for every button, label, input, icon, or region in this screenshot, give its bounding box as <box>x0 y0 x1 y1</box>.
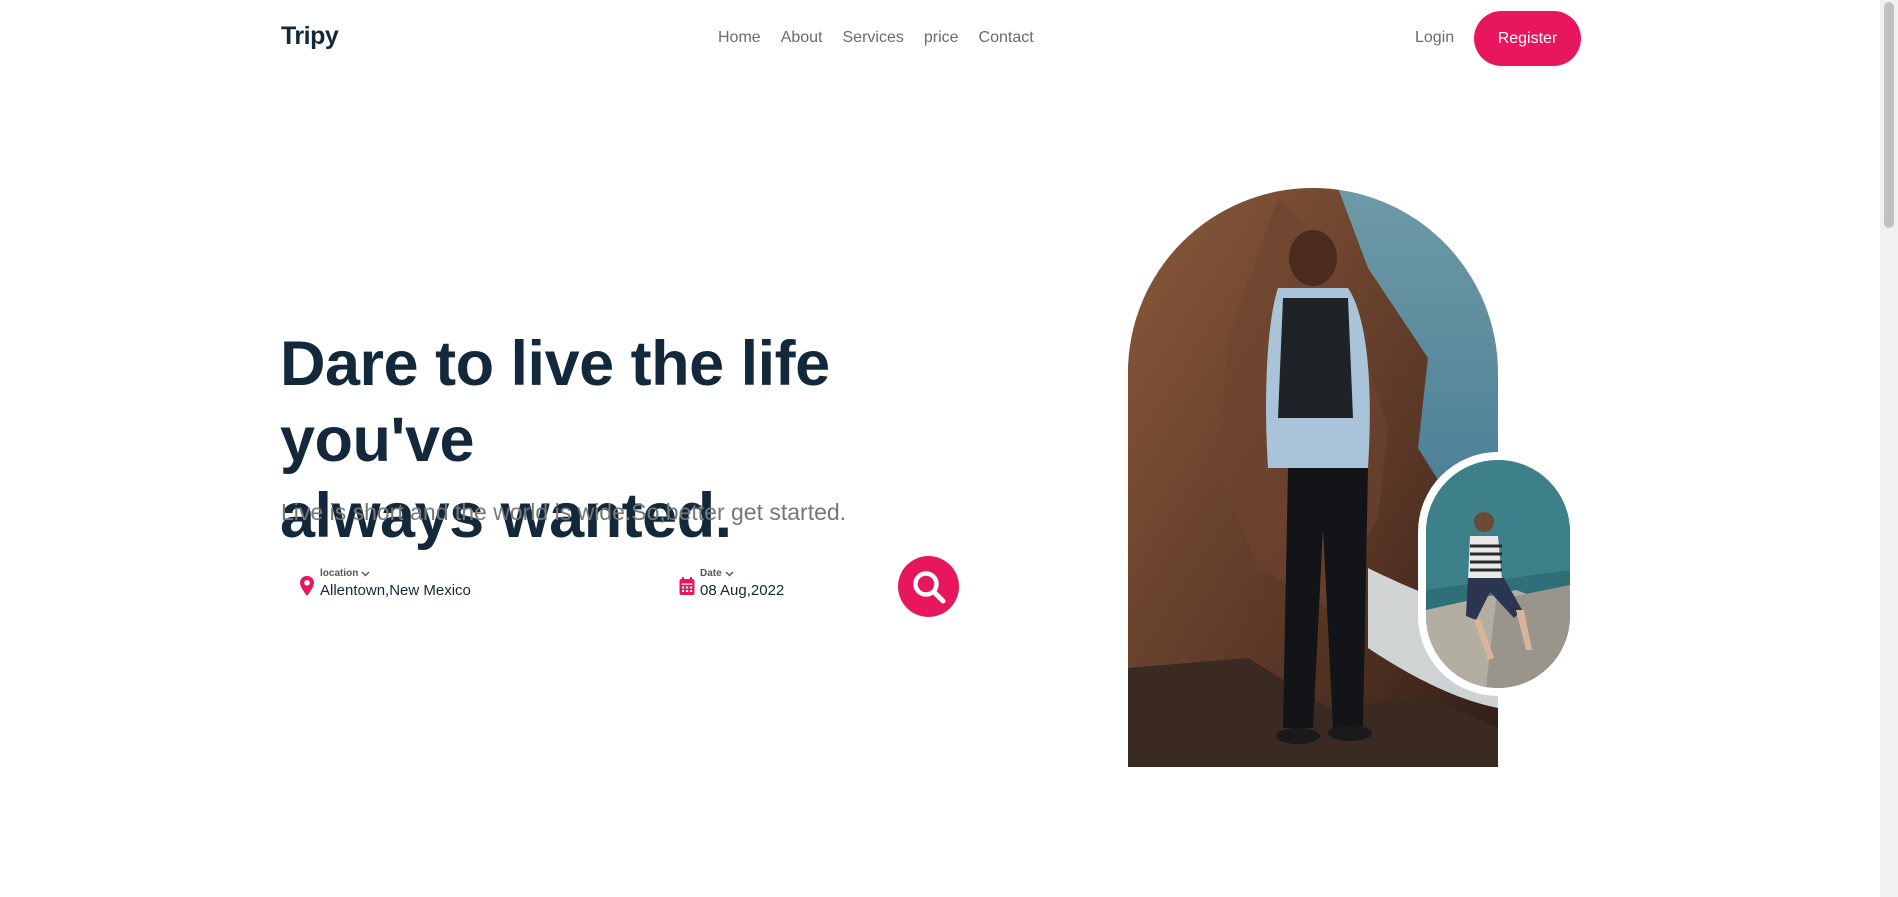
register-button[interactable]: Register <box>1474 11 1581 66</box>
chevron-down-icon <box>361 571 370 576</box>
search-icon <box>912 570 945 603</box>
chevron-down-icon <box>725 571 734 576</box>
location-label: location <box>320 568 359 579</box>
date-text: Date 08 Aug,2022 <box>700 568 784 599</box>
main-nav: Home About Services price Contact <box>718 29 1034 47</box>
nav-item-contact[interactable]: Contact <box>979 29 1034 47</box>
location-label-row[interactable]: location <box>320 568 471 579</box>
hero-subtitle: Live is short and the world is wide.So,b… <box>281 499 847 525</box>
hero-title-line1: Dare to live the life you've <box>280 329 830 475</box>
search-button[interactable] <box>898 556 959 617</box>
nav-item-home[interactable]: Home <box>718 29 761 47</box>
date-field[interactable]: Date 08 Aug,2022 <box>678 568 784 600</box>
page: Tripy Home About Services price Contact … <box>0 0 1880 897</box>
date-label: Date <box>700 568 722 579</box>
calendar-icon <box>679 577 695 595</box>
scrollbar-thumb[interactable] <box>1884 2 1894 228</box>
location-text: location Allentown,New Mexico <box>320 568 471 599</box>
hero-image-sitting <box>1426 460 1570 688</box>
nav-item-about[interactable]: About <box>781 29 823 47</box>
sitting-photo <box>1426 460 1570 688</box>
nav-item-price[interactable]: price <box>924 29 959 47</box>
hero-image-small-frame <box>1418 452 1578 696</box>
brand-logo[interactable]: Tripy <box>281 22 339 51</box>
login-link[interactable]: Login <box>1415 29 1454 47</box>
location-field[interactable]: location Allentown,New Mexico <box>298 568 471 600</box>
location-value: Allentown,New Mexico <box>320 582 471 599</box>
location-pin-icon <box>300 576 314 596</box>
date-value: 08 Aug,2022 <box>700 582 785 599</box>
vertical-scrollbar[interactable] <box>1880 0 1898 897</box>
date-label-row[interactable]: Date <box>700 568 784 579</box>
nav-item-services[interactable]: Services <box>843 29 904 47</box>
